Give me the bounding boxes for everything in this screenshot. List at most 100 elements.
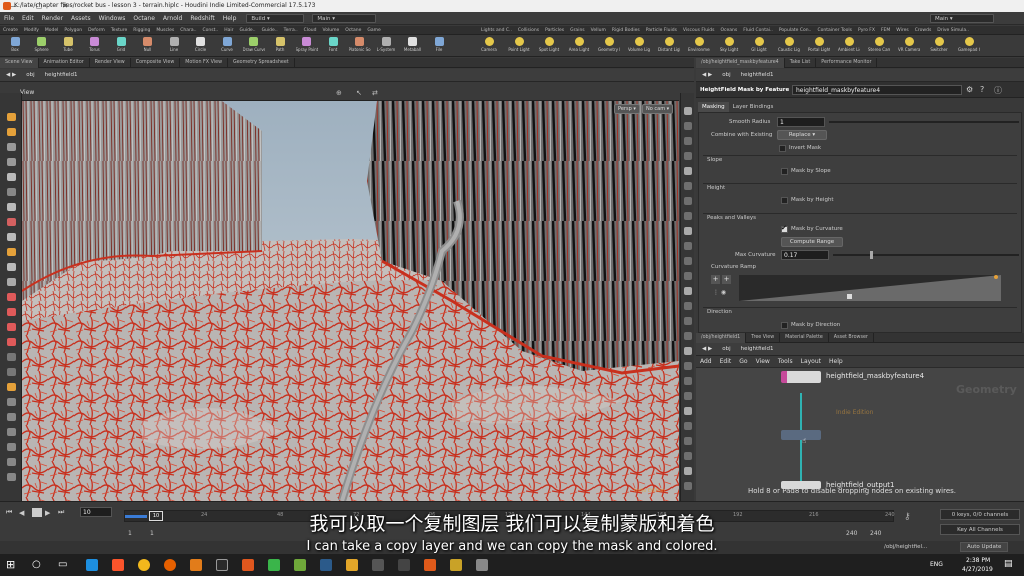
shelf-tab[interactable]: Chara..	[177, 26, 199, 35]
shelf-tab[interactable]: Crowds	[912, 26, 935, 35]
swap-arrows-icon[interactable]: ⇄	[372, 89, 378, 97]
ds-icon[interactable]	[320, 559, 332, 571]
tab-tree-view[interactable]: Tree View	[746, 332, 781, 343]
menu-windows[interactable]: Windows	[95, 12, 130, 25]
path-heightfield1[interactable]: heightfield1	[741, 72, 774, 78]
shelf-tab[interactable]: Cloud	[301, 26, 320, 35]
display-option-icon[interactable]	[684, 122, 692, 130]
viewport-tool-icon[interactable]	[7, 278, 16, 286]
menu-octane[interactable]: Octane	[129, 12, 159, 25]
display-option-icon[interactable]	[684, 347, 692, 355]
tab-param-node[interactable]: /obj/heightfield_maskbyfeature4	[696, 57, 785, 68]
tab-network-path[interactable]: /obj/heightfield1	[696, 332, 747, 343]
windows-start-icon[interactable]: ⊞	[6, 558, 15, 571]
viewport-tool-icon[interactable]	[7, 368, 16, 376]
shelf-tool[interactable]: Line	[163, 37, 185, 52]
tab-motion-fx-view[interactable]: Motion FX View	[180, 57, 228, 68]
shelf-tab[interactable]: Game	[364, 26, 383, 35]
shelf-tool[interactable]: Distant Light	[658, 37, 680, 52]
context-select[interactable]: Main ▾	[312, 13, 377, 23]
smooth-radius-slider[interactable]	[829, 121, 1019, 123]
shelf-tab[interactable]: Particle Fluids	[643, 26, 680, 35]
shelf-tool[interactable]: VR Camera	[898, 37, 920, 52]
max-curvature-slider[interactable]	[833, 251, 1019, 259]
shelf-tool[interactable]: Gamepad Camera	[958, 37, 980, 52]
shelf-tab[interactable]: Oceans	[718, 26, 741, 35]
shelf-tool[interactable]: Sky Light	[718, 37, 740, 52]
shelf-tool[interactable]: Font	[322, 37, 344, 52]
display-option-icon[interactable]	[684, 227, 692, 235]
marvelous-icon[interactable]	[346, 559, 358, 571]
shelf-tool[interactable]: Platonic Solids	[349, 37, 371, 52]
tab-material-palette[interactable]: Material Palette	[780, 332, 829, 343]
chrome-icon[interactable]	[138, 559, 150, 571]
shelf-tool[interactable]: Volume Light	[628, 37, 650, 52]
viewport-tool-icon[interactable]	[7, 143, 16, 151]
display-option-icon[interactable]	[684, 362, 692, 370]
display-option-icon[interactable]	[684, 242, 692, 250]
camera-menu[interactable]: No cam ▾	[642, 104, 674, 114]
viewport-tool-icon[interactable]	[7, 353, 16, 361]
node-maskbyfeature[interactable]	[781, 371, 821, 383]
compute-range-button[interactable]: Compute Range	[781, 237, 843, 247]
shelf-tab[interactable]: Modify	[21, 26, 42, 35]
shelf-tab[interactable]: Hair	[221, 26, 236, 35]
display-option-icon[interactable]	[684, 317, 692, 325]
back-arrow-icon[interactable]: ◀ ▶	[702, 346, 712, 352]
display-option-icon[interactable]	[684, 377, 692, 385]
viewport-tool-icon[interactable]	[7, 158, 16, 166]
display-option-icon[interactable]	[684, 167, 692, 175]
invert-mask-checkbox[interactable]	[779, 145, 786, 152]
dragging-node[interactable]	[781, 430, 821, 440]
shelf-tab[interactable]: Deform	[85, 26, 108, 35]
shelf-tool[interactable]: Stereo Camera	[868, 37, 890, 52]
smooth-radius-field[interactable]: 1	[777, 117, 825, 127]
app-c-icon[interactable]	[242, 559, 254, 571]
shelf-tab[interactable]: Rigid Bodies	[609, 26, 643, 35]
back-arrow-icon[interactable]: ◀ ▶	[702, 72, 712, 78]
shelf-tab[interactable]: Octane	[342, 26, 364, 35]
display-option-icon[interactable]	[684, 212, 692, 220]
viewport-tool-icon[interactable]	[7, 398, 16, 406]
viewport-tool-icon[interactable]	[7, 248, 16, 256]
combine-existing-select[interactable]: Replace ▾	[777, 130, 827, 140]
viewport-tool-icon[interactable]	[7, 308, 16, 316]
shelf-tab[interactable]: Particles	[542, 26, 567, 35]
shelf-tab[interactable]: Container Tools	[814, 26, 855, 35]
shelf-tab[interactable]: FEM	[878, 26, 893, 35]
shelf-tab[interactable]: Polygon	[61, 26, 85, 35]
shelf-tool[interactable]: Environment Light	[688, 37, 710, 52]
shelf-tab[interactable]: Model	[42, 26, 62, 35]
zbrush-icon[interactable]	[372, 559, 384, 571]
shelf-tool[interactable]: L-System	[375, 37, 397, 52]
menu-file[interactable]: File	[0, 12, 18, 25]
tab-masking[interactable]: Masking	[698, 102, 729, 112]
shelf-tool[interactable]: File	[428, 37, 450, 52]
shelf-tool[interactable]: GI Light	[748, 37, 770, 52]
back-arrow-icon[interactable]: ◀ ▶	[6, 72, 16, 78]
shelf-tool[interactable]: Point Light	[508, 37, 530, 52]
display-option-icon[interactable]	[684, 287, 692, 295]
viewport-tool-icon[interactable]	[7, 338, 16, 346]
viewport-tool-icon[interactable]	[7, 383, 16, 391]
android-icon[interactable]	[294, 559, 306, 571]
shelf-tool[interactable]: Draw Curve	[243, 37, 265, 52]
path-obj[interactable]: obj	[722, 346, 730, 352]
shelf-tool[interactable]: Curve	[216, 37, 238, 52]
mask-by-slope-checkbox[interactable]	[781, 168, 788, 175]
viewport-tool-icon[interactable]	[7, 443, 16, 451]
shelf-tool[interactable]: Circle	[190, 37, 212, 52]
display-option-icon[interactable]	[684, 272, 692, 280]
display-option-icon[interactable]	[684, 182, 692, 190]
menu-arnold[interactable]: Arnold	[159, 12, 186, 25]
tab-scene-view[interactable]: Scene View	[0, 57, 39, 68]
desktop-select[interactable]: Build ▾	[246, 13, 305, 23]
path-heightfield1[interactable]: heightfield1	[741, 346, 774, 352]
shelf-tool[interactable]: Grid	[110, 37, 132, 52]
shelf-tool[interactable]: Path	[269, 37, 291, 52]
menu-help[interactable]: Help	[219, 12, 241, 25]
ramp-remove-point-button[interactable]: +	[722, 275, 731, 284]
desktop-select-right[interactable]: Main ▾	[930, 13, 994, 23]
shelf-tab[interactable]: Guide..	[236, 26, 258, 35]
display-option-icon[interactable]	[684, 422, 692, 430]
